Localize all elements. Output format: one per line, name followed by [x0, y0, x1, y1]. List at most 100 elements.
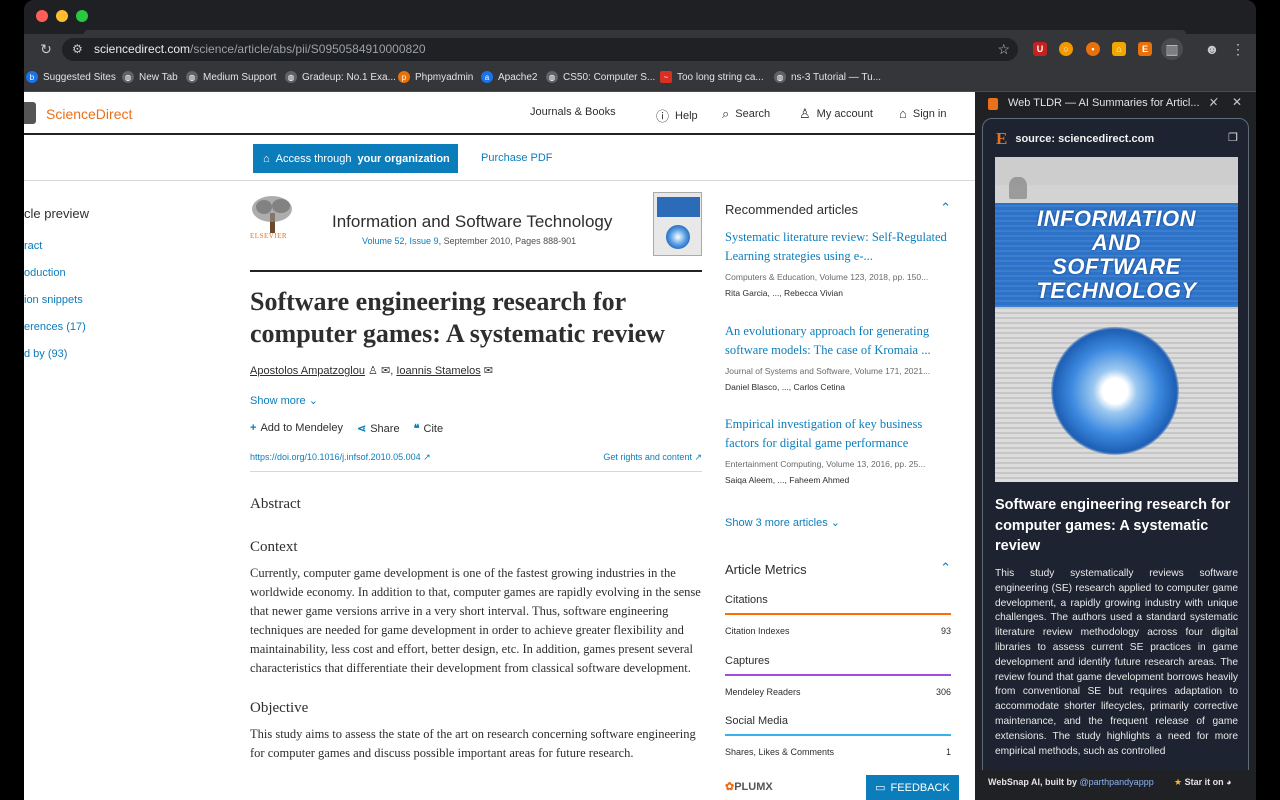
author-handle-link[interactable]: @parthpandyappp [1080, 777, 1154, 787]
elsevier-e-icon: E [996, 129, 1008, 148]
add-to-mendeley-label: Add to Mendeley [260, 422, 343, 434]
outline-item-abstract[interactable]: ract [24, 240, 42, 252]
globe-icon: ◍ [186, 71, 198, 83]
access-through-organization-button[interactable]: ⌂ Access through your organization [253, 144, 458, 173]
outline-title: cle preview [24, 206, 90, 221]
mendeley-readers-row: Mendeley Readers 306 [725, 687, 951, 697]
close-window-button[interactable] [36, 10, 48, 22]
metrics-heading-label: Article Metrics [725, 562, 807, 577]
address-bar[interactable]: ⚙ sciencedirect.com/science/article/abs/… [62, 38, 1018, 61]
maximize-window-button[interactable] [76, 10, 88, 22]
sciencedirect-logo-mark-icon[interactable] [24, 102, 36, 124]
site-settings-icon[interactable]: ⚙ [72, 42, 86, 56]
recommended-article: Systematic literature review: Self-Regul… [725, 228, 951, 298]
source-label: source: sciencedirect.com [1015, 133, 1155, 145]
bookmark-cs50[interactable]: ◍ CS50: Computer S... [546, 71, 655, 83]
cover-title-line: TECHNOLOGY [1036, 278, 1197, 303]
my-account-link[interactable]: ♙ My account [799, 106, 873, 122]
bookmark-suggested-sites[interactable]: b Suggested Sites [26, 71, 116, 83]
outline-item-references[interactable]: erences (17) [24, 321, 86, 333]
apache-icon: a [481, 71, 493, 83]
sign-in-link[interactable]: ⌂ Sign in [899, 106, 947, 121]
side-panel-title[interactable]: Web TLDR — AI Summaries for Articl... [1008, 97, 1200, 109]
journal-name[interactable]: Information and Software Technology [332, 212, 612, 232]
outline-item-cited-by[interactable]: d by (93) [24, 348, 67, 360]
sciencedirect-logo[interactable]: ScienceDirect [46, 106, 132, 122]
email-icon[interactable]: ✉ [381, 365, 390, 377]
clipboard-icon[interactable]: ❐ [1228, 131, 1238, 144]
article-metrics: Article Metrics ⌃ Citations Citation Inde… [725, 560, 951, 757]
bookmark-star-icon[interactable]: ☆ [997, 41, 1010, 58]
close-icon[interactable]: ✕ [1232, 95, 1242, 109]
bookmark-label: New Tab [139, 71, 178, 83]
bookmark-apache2[interactable]: a Apache2 [481, 71, 537, 83]
bookmark-phpmyadmin[interactable]: p Phpmyadmin [398, 71, 473, 83]
help-circle-icon: ⓘ [656, 109, 670, 124]
recommended-article-title-link[interactable]: Empirical investigation of key business … [725, 415, 951, 453]
chevron-up-icon[interactable]: ⌃ [940, 560, 951, 576]
search-link[interactable]: ⌕ Search [722, 106, 770, 122]
star-on-github-link[interactable]: ★ Star it on ◕ [1174, 777, 1232, 788]
plumx-label: PLUMX [734, 781, 773, 793]
profile-avatar-icon[interactable]: ☻ [1200, 37, 1224, 61]
show-more-articles-button[interactable]: Show 3 more articles ⌄ [725, 516, 840, 529]
doi-link[interactable]: https://doi.org/10.1016/j.infsof.2010.05… [250, 452, 431, 462]
show-more-label: Show more [250, 395, 306, 407]
minimize-window-button[interactable] [56, 10, 68, 22]
chrome-extension-icon[interactable]: ○ [1059, 42, 1073, 56]
globe-icon: ◍ [122, 71, 134, 83]
outline-item-introduction[interactable]: oduction [24, 267, 66, 279]
feedback-button[interactable]: ▭ FEEDBACK [866, 775, 959, 800]
social-divider [725, 734, 951, 736]
add-to-mendeley-button[interactable]: + Add to Mendeley [250, 422, 343, 435]
author-link[interactable]: Ioannis Stamelos [396, 365, 480, 377]
journal-cover-thumbnail[interactable] [653, 192, 702, 256]
cover-title-line: AND [1091, 230, 1142, 255]
bookmark-ns3-tutorial[interactable]: ◍ ns-3 Tutorial — Tu... [774, 71, 881, 83]
citation-indexes-row: Citation Indexes 93 [725, 626, 951, 636]
unpin-icon[interactable]: ✕̸ [1209, 96, 1218, 109]
get-rights-link[interactable]: Get rights and content ↗ [603, 452, 702, 463]
websnap-extension-icon[interactable]: E [1138, 42, 1152, 56]
side-panel-icon[interactable]: ▥ [1160, 37, 1184, 61]
menu-kebab-icon[interactable]: ⋮ [1226, 37, 1250, 61]
citations-divider [725, 613, 951, 615]
journals-books-link[interactable]: Journals & Books [530, 106, 616, 118]
bookmark-new-tab[interactable]: ◍ New Tab [122, 71, 178, 83]
recommended-article-authors: Daniel Blasco, ..., Carlos Cetina [725, 382, 845, 392]
recommended-article-title-link[interactable]: An evolutionary approach for generating … [725, 322, 951, 360]
feather-icon: ~ [660, 71, 672, 83]
bookmark-too-long-string[interactable]: ~ Too long string ca... [660, 71, 764, 83]
side-panel: Web TLDR — AI Summaries for Articl... ✕̸… [977, 92, 1256, 800]
cookie-extension-icon[interactable]: • [1086, 42, 1100, 56]
share-button[interactable]: ⋖ Share [357, 422, 400, 435]
bookmark-label: Too long string ca... [677, 71, 764, 83]
author-link[interactable]: Apostolos Ampatzoglou [250, 365, 365, 377]
show-more-button[interactable]: Show more ⌄ [250, 394, 318, 407]
browser-toolbar: ↻ ⚙ sciencedirect.com/science/article/ab… [24, 34, 1256, 64]
help-link[interactable]: ⓘ Help [656, 106, 698, 125]
doi-text: https://doi.org/10.1016/j.infsof.2010.05… [250, 452, 421, 462]
chevron-up-icon[interactable]: ⌃ [940, 200, 951, 216]
globe-icon: ◍ [774, 71, 786, 83]
mendeley-readers-label: Mendeley Readers [725, 687, 801, 697]
captures-label: Captures [725, 655, 770, 667]
webpage-content: ScienceDirect Journals & Books ⓘ Help ⌕ Se… [24, 92, 975, 800]
shares-row: Shares, Likes & Comments 1 [725, 747, 951, 757]
journal-issue: Volume 52, Issue 9, September 2010, Page… [362, 236, 576, 246]
reload-icon[interactable]: ↻ [34, 37, 58, 61]
email-icon[interactable]: ✉ [484, 365, 493, 377]
volume-issue-link[interactable]: Volume 52, Issue 9 [362, 236, 439, 246]
bookmarks-bar: b Suggested Sites ◍ New Tab ◍ Medium Suppor… [24, 64, 1256, 92]
recommended-article-title-link[interactable]: Systematic literature review: Self-Regul… [725, 228, 951, 266]
outline-item-snippets[interactable]: ion snippets [24, 294, 83, 306]
purchase-pdf-link[interactable]: Purchase PDF [481, 152, 553, 164]
ublock-extension-icon[interactable]: U [1033, 42, 1047, 56]
bookmark-gradeup[interactable]: ◍ Gradeup: No.1 Exa... [285, 71, 396, 83]
bookmark-extension-icon[interactable]: ⌂ [1112, 42, 1126, 56]
citations-label: Citations [725, 594, 768, 606]
plumx-logo[interactable]: ✿PLUMX [725, 780, 773, 793]
bookmark-medium-support[interactable]: ◍ Medium Support [186, 71, 276, 83]
cite-button[interactable]: ❝ Cite [414, 422, 443, 435]
article-title: Software engineering research for comput… [250, 287, 665, 348]
